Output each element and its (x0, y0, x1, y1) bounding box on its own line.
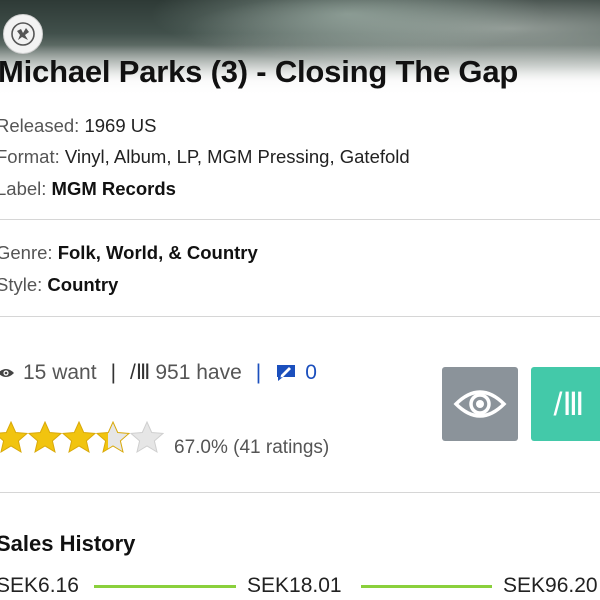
star-icon[interactable] (0, 421, 28, 454)
release-page: Michael Parks (3) - Closing The Gap Rele… (0, 0, 600, 600)
genre-label: Genre: (0, 242, 53, 263)
want-count: 15 want (23, 360, 97, 384)
edit-review-icon (277, 364, 296, 381)
collection-icon: /Ⅲ (553, 386, 585, 422)
divider (0, 316, 600, 317)
label-link[interactable]: MGM Records (52, 178, 176, 199)
genre-row: Genre: Folk, World, & Country (0, 242, 258, 264)
stat-separator: | (255, 360, 262, 384)
rating-text: 67.0% (41 ratings) (174, 437, 330, 458)
reviews-count: 0 (305, 360, 317, 384)
sales-low: SEK6.16 (0, 574, 79, 597)
have-count: 951 have (155, 360, 242, 384)
style-link[interactable]: Country (47, 274, 118, 295)
reviews-stat[interactable]: 0 (275, 361, 317, 385)
released-row: Released: 1969 US (0, 115, 156, 137)
rating-stars[interactable] (0, 421, 164, 454)
star-icon[interactable] (130, 421, 164, 454)
monkey-logo-icon[interactable] (3, 14, 43, 54)
sales-history-heading: Sales History (0, 531, 136, 556)
released-value: 1969 US (84, 115, 157, 136)
stat-separator: | (110, 360, 117, 384)
format-row: Format: Vinyl, Album, LP, MGM Pressing, … (0, 146, 410, 168)
watch-button[interactable] (442, 367, 518, 441)
label-row: Label: MGM Records (0, 178, 176, 200)
star-icon[interactable] (96, 421, 130, 454)
sales-range-line (361, 585, 492, 588)
community-stats: 15 want | /Ⅲ 951 have | 0 (0, 360, 317, 385)
add-to-collection-button[interactable]: /Ⅲ (531, 367, 600, 441)
star-icon[interactable] (28, 421, 62, 454)
style-row: Style: Country (0, 274, 118, 296)
eye-icon (0, 368, 14, 377)
format-label: Format: (0, 146, 60, 167)
style-label: Style: (0, 274, 43, 295)
divider (0, 492, 600, 493)
star-icon[interactable] (62, 421, 96, 454)
release-title: Michael Parks (3) - Closing The Gap (0, 54, 519, 89)
collection-icon: /Ⅲ (130, 361, 151, 384)
format-value: Vinyl, Album, LP, MGM Pressing, Gatefold (64, 146, 410, 167)
sales-range-line (94, 585, 236, 588)
want-stat[interactable]: 15 want (0, 361, 97, 385)
label-label: Label: (0, 178, 47, 199)
sales-high: SEK96.20 (503, 574, 598, 597)
genre-link[interactable]: Folk, World, & Country (58, 242, 258, 263)
sales-median: SEK18.01 (247, 574, 342, 597)
released-label: Released: (0, 115, 80, 136)
divider (0, 219, 600, 220)
have-stat[interactable]: /Ⅲ 951 have (130, 360, 242, 385)
eye-icon (453, 390, 507, 418)
